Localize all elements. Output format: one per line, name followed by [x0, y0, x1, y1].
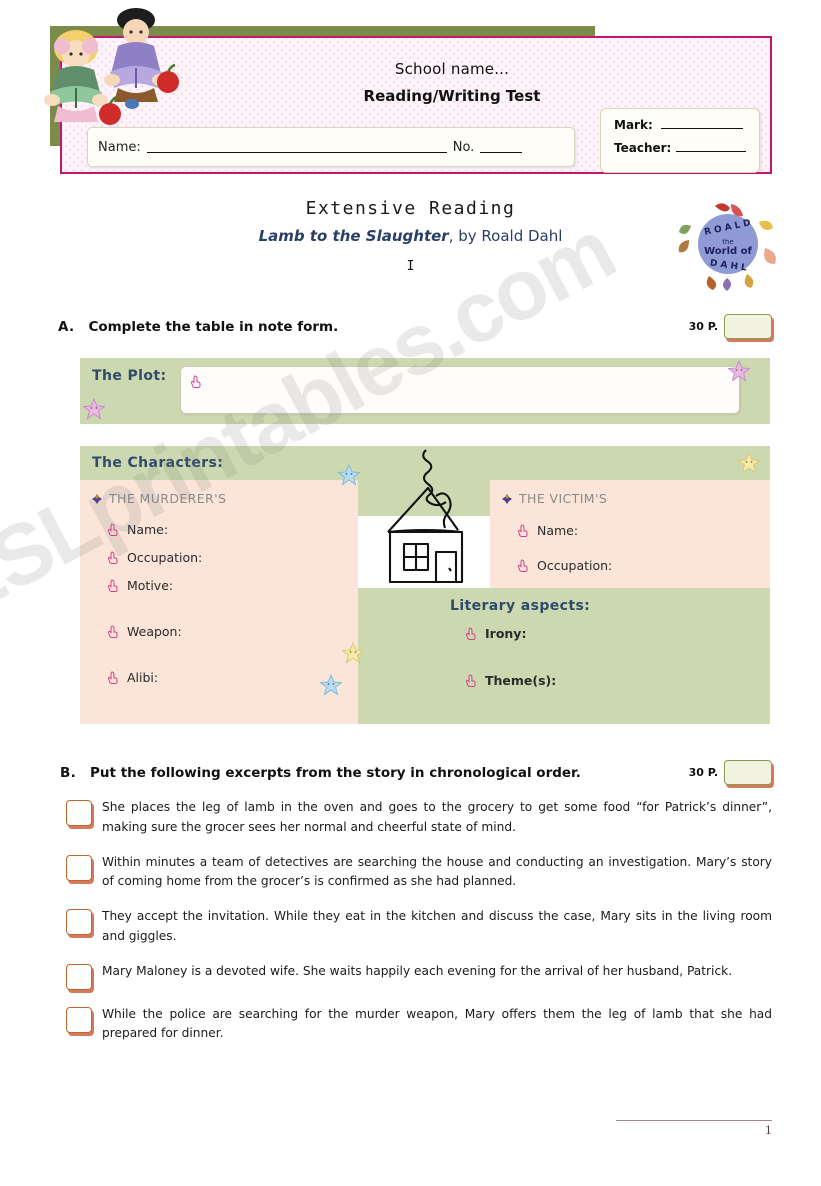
murderer-field-row: Occupation:	[108, 550, 202, 565]
mark-write-line[interactable]	[660, 118, 743, 129]
literary-field-row: Irony:	[466, 626, 526, 641]
list-item: Mary Maloney is a devoted wife. She wait…	[66, 962, 772, 990]
literary-field-irony: Irony:	[485, 626, 527, 641]
roald-dahl-logo: R O A L D the World of D A H L	[678, 203, 776, 291]
order-checkbox[interactable]	[66, 1006, 92, 1033]
teacher-write-line[interactable]	[675, 141, 746, 152]
murderer-field-name: Name:	[127, 522, 169, 537]
blue-star-icon-bottom	[320, 674, 342, 696]
murderer-field-weapon: Weapon:	[127, 624, 182, 639]
house-drawing	[387, 449, 464, 584]
excerpt-text: While the police are searching for the m…	[102, 1006, 772, 1041]
victim-block: THE VICTIM'S Name: Occupation:	[490, 480, 770, 588]
pointing-hand-icon	[466, 674, 476, 687]
plot-panel: The Plot:	[80, 358, 770, 424]
murderer-heading-row: THE MURDERER'S	[92, 491, 226, 506]
murderer-field-motive: Motive:	[127, 578, 174, 593]
victim-field-occupation: Occupation:	[537, 558, 613, 573]
mark-row: Mark:	[614, 118, 759, 132]
excerpt-list: She places the leg of lamb in the oven a…	[66, 798, 772, 1059]
exercise-a-heading: A. Complete the table in note form. 30 P…	[58, 314, 772, 339]
exercise-b-heading: B. Put the following excerpts from the s…	[60, 760, 772, 785]
victim-field-name: Name:	[537, 523, 579, 538]
yellow-star-icon-mid	[342, 642, 364, 664]
header-title-block: School name... Reading/Writing Test	[242, 60, 662, 105]
exercise-a-prompt: Complete the table in note form.	[88, 318, 339, 335]
plot-label: The Plot:	[92, 368, 167, 384]
mark-label: Mark:	[614, 118, 653, 132]
plot-answer-field[interactable]	[180, 366, 740, 414]
list-item: They accept the invitation. While they e…	[66, 907, 772, 947]
exercise-b-letter: B.	[60, 764, 77, 781]
murderer-field-alibi: Alibi:	[127, 670, 159, 685]
exercise-b-points: 30 P.	[688, 766, 718, 779]
teacher-label: Teacher:	[614, 141, 672, 155]
literary-aspects-label: Literary aspects:	[450, 598, 591, 614]
victim-field-row: Name:	[518, 523, 578, 538]
diamond-bullet-icon	[502, 493, 512, 504]
pointing-hand-icon	[108, 671, 118, 684]
murderer-block: THE MURDERER'S Name: Occupation: Motive:…	[80, 480, 358, 724]
pointing-hand-icon	[466, 627, 476, 640]
order-checkbox[interactable]	[66, 800, 92, 826]
page-footer: 1	[616, 1120, 772, 1137]
pink-star-icon	[728, 360, 750, 382]
pointing-hand-icon	[518, 559, 528, 572]
literary-field-row: Theme(s):	[466, 673, 556, 688]
work-title: Lamb to the Slaughter	[258, 227, 449, 245]
literary-field-themes: Theme(s):	[485, 673, 557, 688]
school-name: School name...	[394, 60, 510, 78]
excerpt-text: They accept the invitation. While they e…	[102, 909, 772, 943]
exercise-b-score-box[interactable]	[724, 760, 772, 785]
murderer-field-row: Motive:	[108, 578, 173, 593]
children-reading-clipart	[44, 8, 179, 125]
victim-heading-row: THE VICTIM'S	[502, 491, 607, 506]
diamond-bullet-icon	[92, 493, 102, 504]
teacher-row: Teacher:	[614, 141, 759, 155]
murderer-field-row: Name:	[108, 522, 168, 537]
characters-panel: The Characters: THE VICTIM'S Name: Occup…	[80, 446, 770, 724]
blue-star-icon	[338, 464, 360, 486]
yellow-star-icon	[738, 452, 760, 474]
pointing-hand-icon	[108, 579, 118, 592]
victim-heading: THE VICTIM'S	[519, 491, 608, 506]
pointing-hand-icon	[518, 524, 528, 537]
pointing-hand-icon	[108, 551, 118, 564]
svg-text:the: the	[722, 238, 734, 246]
exercise-a-points: 30 P.	[688, 320, 718, 333]
murderer-heading: THE MURDERER'S	[109, 491, 227, 506]
literary-aspects-block: Literary aspects: Irony: Theme(s):	[358, 588, 770, 724]
work-author: , by Roald Dahl	[448, 227, 563, 245]
pink-star-icon-left	[83, 398, 105, 420]
order-checkbox[interactable]	[66, 909, 92, 936]
murderer-field-row: Alibi:	[108, 670, 158, 685]
pointing-hand-icon	[108, 625, 118, 638]
exercise-b-prompt: Put the following excerpts from the stor…	[90, 764, 581, 781]
excerpt-text: She places the leg of lamb in the oven a…	[102, 800, 772, 834]
test-title: Reading/Writing Test	[363, 87, 541, 105]
number-write-line[interactable]	[480, 142, 523, 153]
list-item: While the police are searching for the m…	[66, 1005, 772, 1045]
exercise-a-letter: A.	[58, 318, 75, 335]
order-checkbox[interactable]	[66, 963, 92, 990]
pointing-hand-icon	[191, 375, 201, 388]
list-item: She places the leg of lamb in the oven a…	[66, 798, 772, 838]
page-number: 1	[765, 1124, 772, 1137]
svg-text:World of: World of	[704, 246, 752, 257]
excerpt-text: Within minutes a team of detectives are …	[102, 854, 772, 889]
list-item: Within minutes a team of detectives are …	[66, 853, 772, 893]
victim-field-row: Occupation:	[518, 558, 612, 573]
mark-teacher-box[interactable]: Mark: Teacher:	[600, 108, 760, 173]
characters-label: The Characters:	[92, 455, 224, 471]
pointing-hand-icon	[108, 523, 118, 536]
order-checkbox[interactable]	[66, 854, 92, 881]
excerpt-text: Mary Maloney is a devoted wife. She wait…	[102, 963, 733, 978]
murderer-field-row: Weapon:	[108, 624, 182, 639]
number-label: No.	[452, 139, 475, 155]
exercise-a-score-box[interactable]	[724, 314, 772, 339]
murderer-field-occupation: Occupation:	[127, 550, 203, 565]
page-header: School name... Reading/Writing Test Name…	[44, 8, 772, 176]
